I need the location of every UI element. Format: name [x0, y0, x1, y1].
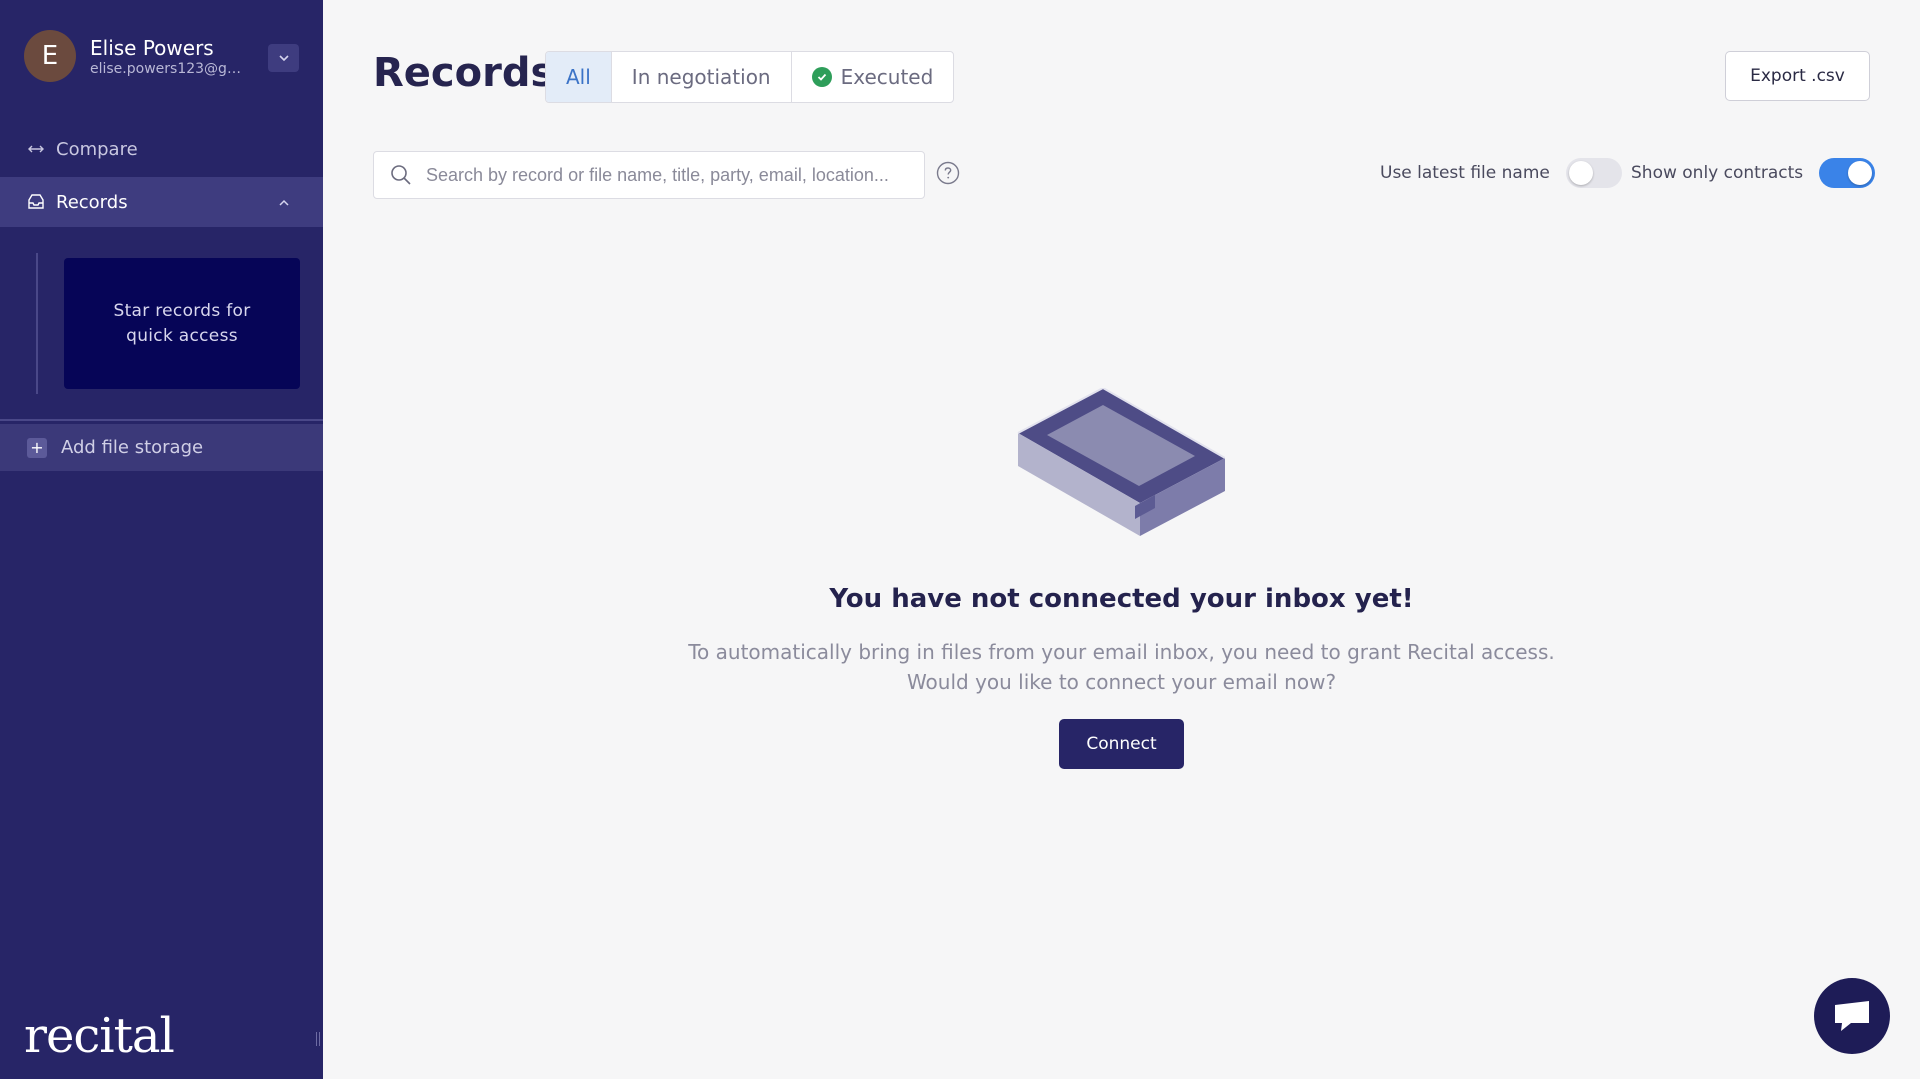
use-latest-file-name-toggle[interactable]: [1565, 158, 1622, 188]
add-file-storage-label: Add file storage: [61, 437, 204, 458]
search-input[interactable]: [426, 164, 906, 186]
show-only-contracts-label: Show only contracts: [1631, 163, 1804, 183]
user-info: Elise Powers elise.powers123@gm...: [90, 35, 250, 77]
export-csv-button[interactable]: Export .csv: [1725, 51, 1870, 101]
user-email: elise.powers123@gm...: [90, 61, 250, 77]
sidebar-divider: [0, 419, 323, 421]
sidebar-resize-handle[interactable]: [316, 1032, 320, 1046]
show-only-contracts-toggle-row: Show only contracts: [1631, 157, 1876, 189]
empty-state-line-1: To automatically bring in files from you…: [688, 640, 1555, 664]
sidebar-item-compare[interactable]: Compare: [0, 130, 323, 168]
use-latest-file-name-toggle-row: Use latest file name: [1380, 157, 1622, 189]
toggle-knob: [1568, 161, 1593, 185]
page-title: Records: [373, 50, 555, 96]
empty-state-title: You have not connected your inbox yet!: [829, 584, 1414, 614]
tab-label: Executed: [840, 65, 934, 89]
tab-executed[interactable]: Executed: [792, 52, 954, 102]
empty-state-line-2: Would you like to connect your email now…: [906, 670, 1337, 694]
sidebar: E Elise Powers elise.powers123@gm... Com…: [0, 0, 323, 1079]
chevron-down-icon: [278, 55, 289, 62]
search-box: [373, 151, 925, 199]
help-icon[interactable]: [936, 161, 960, 185]
tab-label: All: [566, 65, 591, 89]
sidebar-item-label: Records: [56, 191, 128, 213]
starred-records-panel: Star records for quick access: [36, 253, 300, 394]
chat-launcher-button[interactable]: [1814, 978, 1890, 1054]
sidebar-item-label: Compare: [56, 138, 138, 160]
search-icon: [391, 165, 411, 185]
compare-arrows-icon: [26, 139, 46, 159]
use-latest-file-name-label: Use latest file name: [1380, 163, 1550, 183]
check-circle-icon: [811, 67, 832, 87]
chevron-up-icon[interactable]: [277, 194, 291, 215]
tab-label: In negotiation: [631, 65, 771, 89]
records-inbox-icon: [26, 192, 46, 212]
plus-icon: +: [27, 437, 47, 458]
brand-logo: recital: [24, 1008, 175, 1064]
user-profile[interactable]: E Elise Powers elise.powers123@gm...: [24, 30, 299, 82]
tab-in-negotiation[interactable]: In negotiation: [612, 52, 792, 102]
tab-all[interactable]: All: [546, 52, 612, 102]
empty-inbox-tray-illustration: [1017, 388, 1225, 536]
sidebar-item-records[interactable]: Records: [0, 177, 323, 227]
avatar[interactable]: E: [24, 30, 76, 82]
record-filter-tabs: All In negotiation Executed: [545, 51, 955, 103]
empty-state-description: To automatically bring in files from you…: [323, 637, 1920, 697]
user-name: Elise Powers: [90, 36, 214, 60]
chat-bubble-icon: [1835, 1001, 1869, 1031]
star-records-hint: Star records for quick access: [64, 258, 300, 389]
connect-button[interactable]: Connect: [1059, 719, 1184, 769]
show-only-contracts-toggle[interactable]: [1819, 158, 1876, 188]
user-menu-button[interactable]: [268, 44, 299, 72]
toggle-knob: [1848, 161, 1873, 185]
add-file-storage-button[interactable]: + Add file storage: [0, 424, 323, 471]
